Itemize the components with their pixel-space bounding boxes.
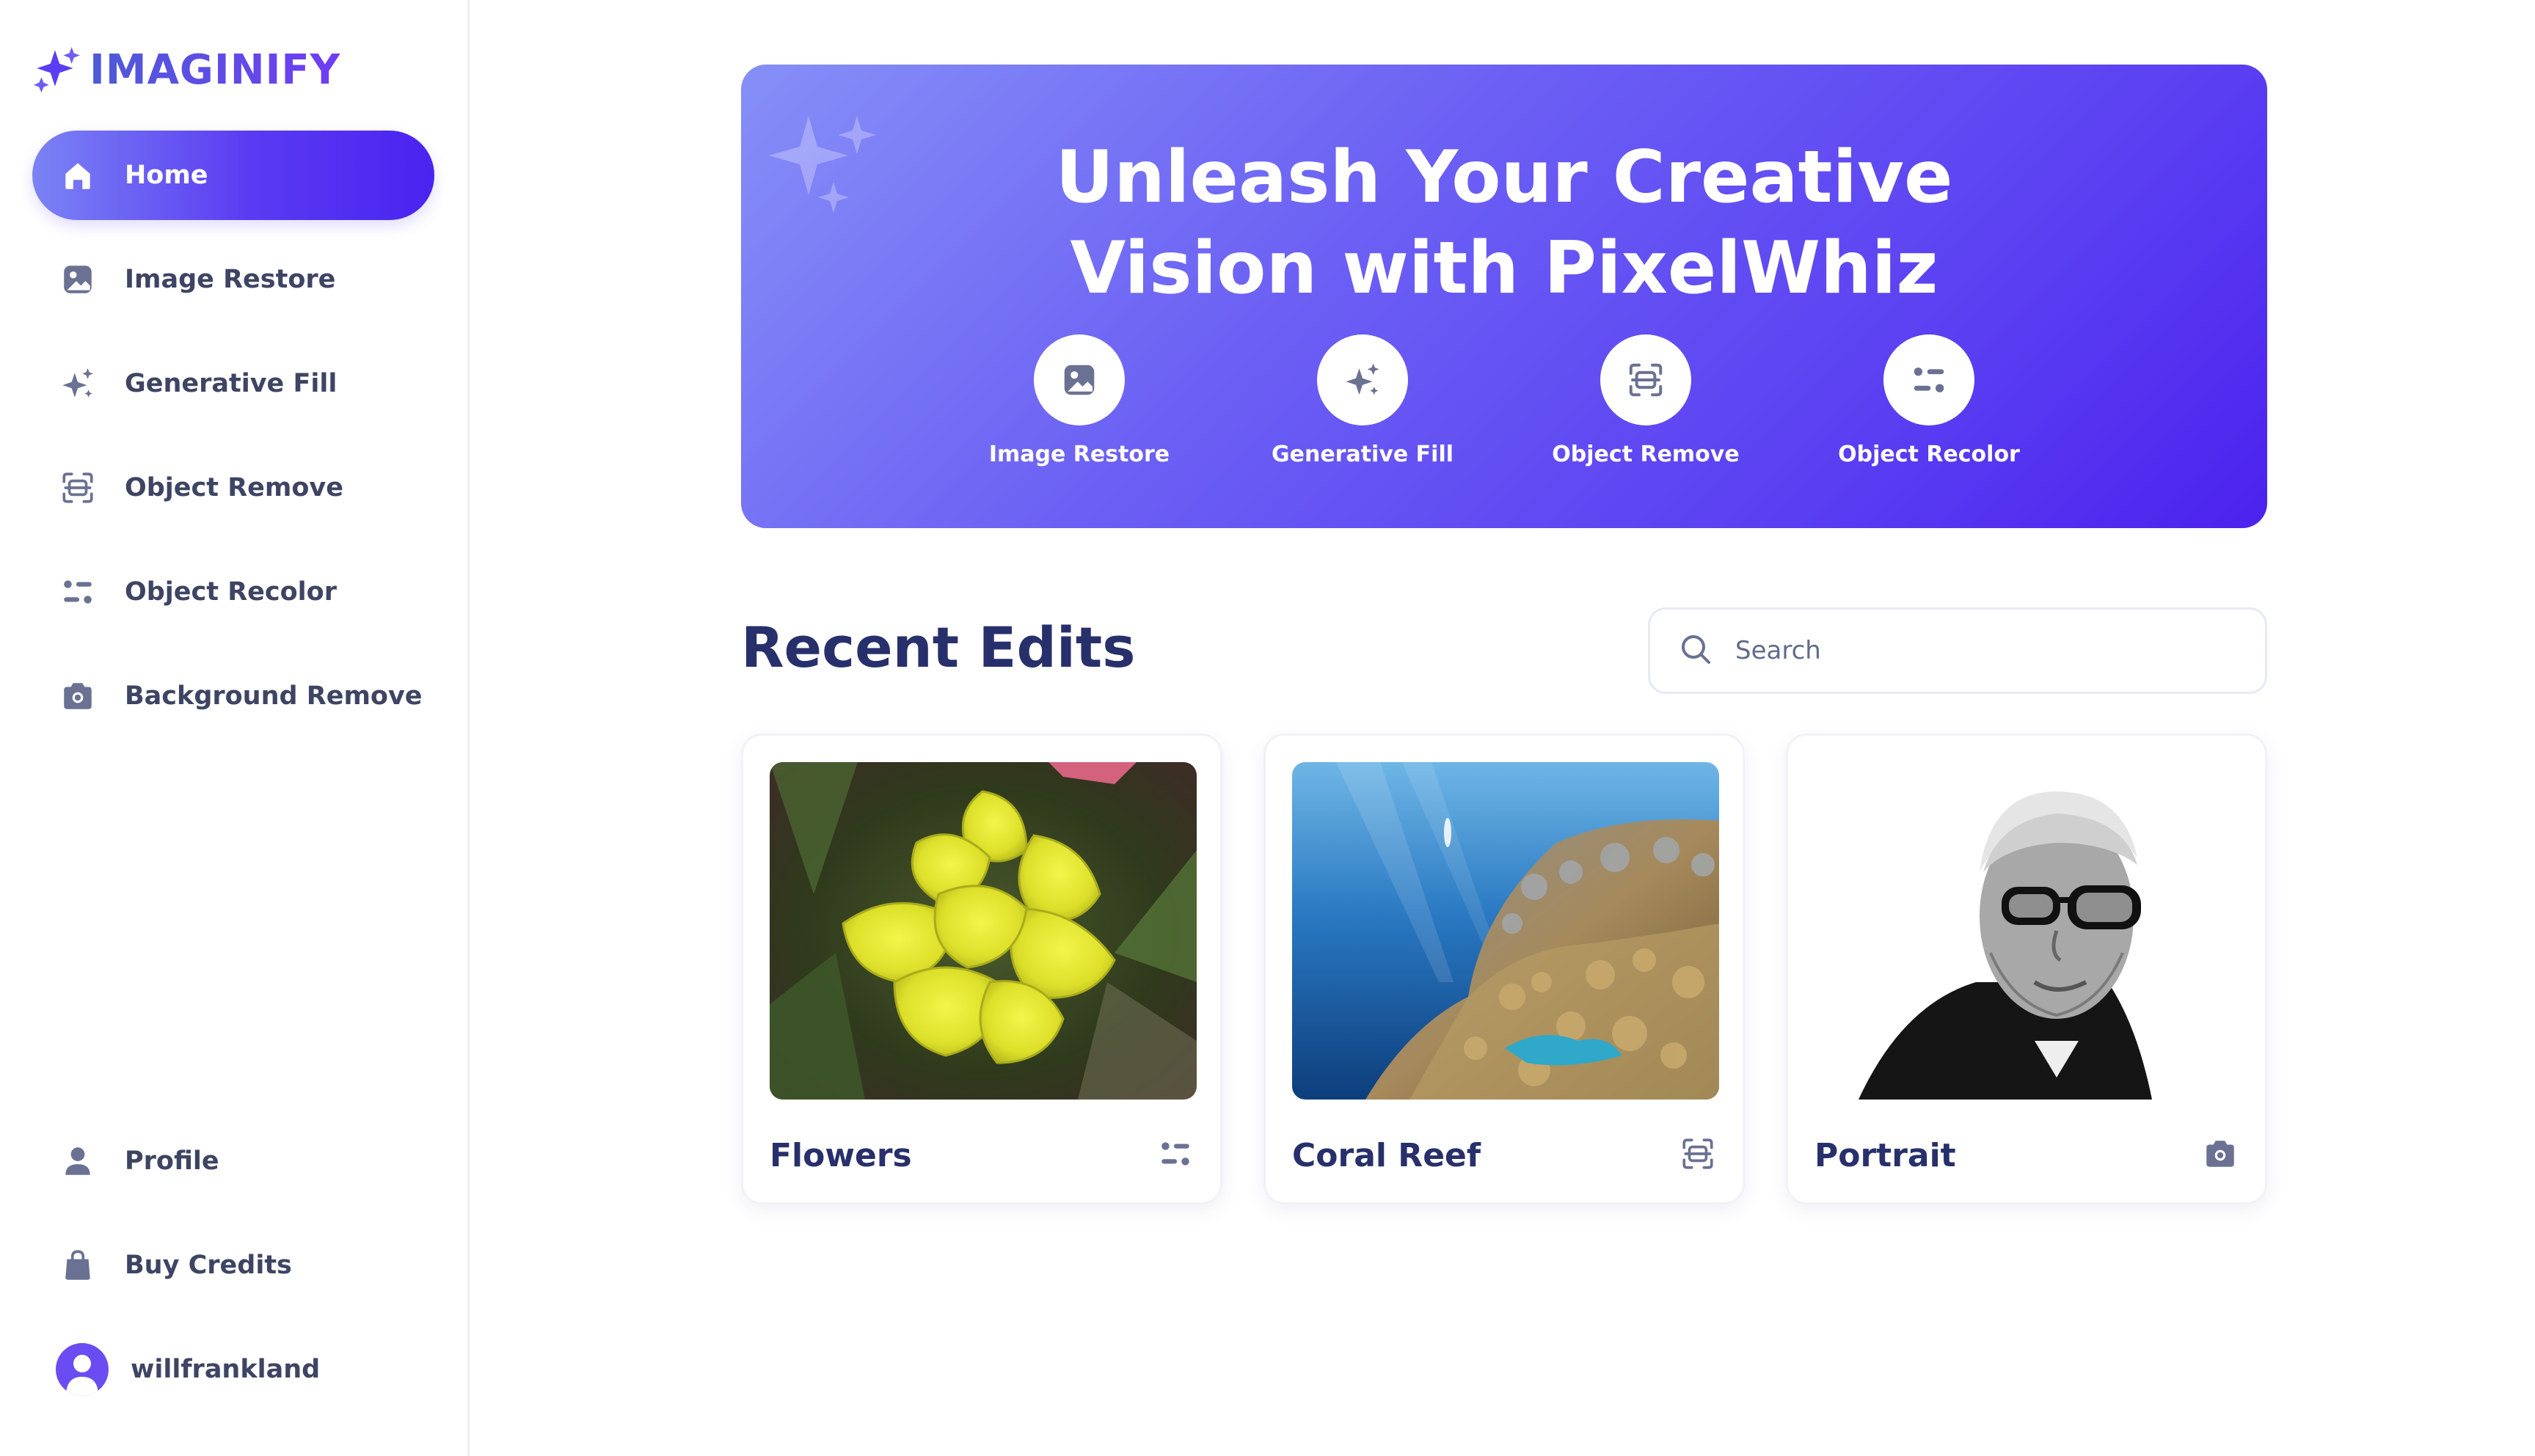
- scan-icon: [1600, 334, 1691, 425]
- hero-action-object-recolor[interactable]: Object Recolor: [1787, 334, 2071, 467]
- image-icon: [1034, 334, 1125, 425]
- sidebar-item-label: Profile: [125, 1146, 219, 1176]
- hero-action-object-remove[interactable]: Object Remove: [1504, 334, 1787, 467]
- username: willfrankland: [131, 1355, 321, 1384]
- card-footer: Coral Reef: [1292, 1132, 1716, 1179]
- sidebar-item-object-remove[interactable]: Object Remove: [32, 443, 434, 533]
- sidebar-item-image-restore[interactable]: Image Restore: [32, 235, 434, 324]
- search-icon: [1678, 632, 1713, 670]
- hero-action-label: Image Restore: [988, 442, 1170, 467]
- avatar-icon: [56, 1343, 109, 1396]
- sidebar-bottom-nav: Profile Buy Credits willfrankland: [32, 1116, 434, 1414]
- hero-actions: Image Restore Generative Fill Object Rem…: [741, 334, 2267, 467]
- sidebar-item-label: Generative Fill: [125, 369, 338, 398]
- recent-edits-title: Recent Edits: [741, 615, 1136, 680]
- profile-icon: [59, 1142, 97, 1180]
- edit-card-coral-reef[interactable]: Coral Reef: [1263, 734, 1745, 1204]
- search-input[interactable]: [1734, 635, 2247, 666]
- sparkles-icon: [59, 365, 97, 403]
- scan-icon: [1679, 1135, 1716, 1175]
- hero-action-label: Object Remove: [1552, 442, 1740, 467]
- app-name: IMAGINIFY: [90, 45, 341, 94]
- flower-thumbnail[interactable]: [770, 762, 1197, 1100]
- recent-edits-list: Flowers Coral Reef Portrait: [741, 734, 2267, 1204]
- sidebar-item-label: Background Remove: [125, 681, 423, 711]
- card-footer: Portrait: [1814, 1132, 2239, 1179]
- search-box[interactable]: [1648, 607, 2267, 694]
- hero-action-image-restore[interactable]: Image Restore: [938, 334, 1221, 467]
- home-icon: [59, 156, 97, 194]
- edit-card-flowers[interactable]: Flowers: [741, 734, 1222, 1204]
- hero-title-line-1: Unleash Your Creative: [1055, 136, 1953, 219]
- sparkles-icon: [32, 44, 81, 95]
- hero-title: Unleash Your Creative Vision with PixelW…: [741, 132, 2267, 314]
- camera-icon: [2202, 1135, 2239, 1175]
- sparkles-icon: [1317, 334, 1408, 425]
- card-title: Portrait: [1814, 1136, 1956, 1174]
- card-title: Flowers: [770, 1136, 912, 1174]
- sidebar-item-home[interactable]: Home: [32, 131, 434, 220]
- hero-action-label: Object Recolor: [1838, 442, 2020, 467]
- filter-icon: [1883, 334, 1974, 425]
- user-profile[interactable]: willfrankland: [32, 1325, 434, 1414]
- brand-logo[interactable]: IMAGINIFY: [32, 44, 340, 95]
- sidebar-item-object-recolor[interactable]: Object Recolor: [32, 547, 434, 637]
- sidebar-nav: Home Image Restore Generative Fill Objec…: [32, 131, 434, 756]
- portrait-thumbnail[interactable]: [1814, 762, 2242, 1100]
- hero-action-generative-fill[interactable]: Generative Fill: [1221, 334, 1504, 467]
- bag-icon: [59, 1246, 97, 1284]
- sidebar-item-profile[interactable]: Profile: [32, 1116, 434, 1206]
- sidebar-item-background-remove[interactable]: Background Remove: [32, 651, 434, 741]
- sidebar-item-label: Object Recolor: [125, 577, 337, 607]
- coral-reef-thumbnail[interactable]: [1292, 762, 1719, 1100]
- hero-title-line-2: Vision with PixelWhiz: [1070, 227, 1938, 310]
- hero-action-label: Generative Fill: [1271, 442, 1454, 467]
- main-content: Unleash Your Creative Vision with PixelW…: [470, 0, 2535, 1456]
- scan-icon: [59, 469, 97, 507]
- camera-icon: [59, 677, 97, 715]
- sidebar-item-label: Image Restore: [125, 265, 336, 294]
- sidebar-item-label: Home: [125, 161, 208, 190]
- sidebar-item-label: Object Remove: [125, 473, 343, 502]
- hero-banner: Unleash Your Creative Vision with PixelW…: [741, 65, 2267, 528]
- filter-icon: [59, 573, 97, 611]
- card-footer: Flowers: [770, 1132, 1194, 1179]
- edit-card-portrait[interactable]: Portrait: [1786, 734, 2267, 1204]
- sidebar: IMAGINIFY Home Image Restore Generative …: [0, 0, 470, 1456]
- filter-icon: [1157, 1135, 1194, 1175]
- sidebar-item-generative-fill[interactable]: Generative Fill: [32, 339, 434, 428]
- image-icon: [59, 260, 97, 299]
- sidebar-item-buy-credits[interactable]: Buy Credits: [32, 1221, 434, 1310]
- card-title: Coral Reef: [1292, 1136, 1481, 1174]
- sidebar-item-label: Buy Credits: [125, 1251, 292, 1280]
